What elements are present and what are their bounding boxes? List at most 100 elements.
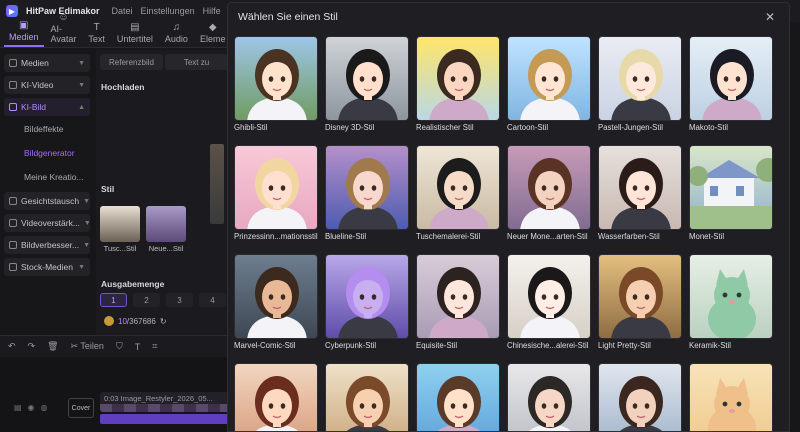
modal-title: Wählen Sie einen Stil (238, 11, 338, 23)
scissors-icon: ✂ (70, 341, 81, 351)
style-card-label: Keramik-Stil (689, 341, 732, 350)
style-card[interactable]: Cyberpunk-Stil (325, 254, 409, 350)
menu-einstellungen[interactable]: Einstellungen (141, 6, 195, 16)
quantity-option[interactable]: 1 (100, 293, 127, 307)
style-card[interactable]: Marvel-Comic-Stil (234, 254, 318, 350)
style-preview-image (326, 364, 408, 431)
track-controls[interactable]: ▤◉◍ (14, 403, 54, 412)
tab-audio[interactable]: ♫ Audio (160, 23, 193, 47)
crop-icon[interactable]: ⌗ (152, 341, 157, 352)
style-card-thumbnail (325, 363, 409, 431)
quantity-option[interactable]: 2 (133, 293, 160, 307)
style-card[interactable]: Light Pretty-Stil (598, 254, 682, 350)
tab-elemente[interactable]: ◆ Eleme (195, 23, 231, 47)
text-icon: T (93, 22, 100, 33)
style-card-thumbnail (325, 145, 409, 230)
style-preview-image (508, 255, 590, 338)
style-picker-modal: Wählen Sie einen Stil ✕ Ghibli-Stil Disn… (227, 2, 790, 432)
cover-button[interactable]: Cover (68, 398, 94, 418)
sidebar-item-label: Stock-Medien (21, 262, 73, 272)
style-card[interactable]: Realistischer Stil (416, 36, 500, 132)
menu-hilfe[interactable]: Hilfe (203, 6, 221, 16)
coin-icon (104, 316, 114, 326)
style-card[interactable]: Disney 3D-Stil (325, 36, 409, 132)
shield-icon[interactable]: ⛉ (116, 341, 123, 352)
style-card-label: Blueline-Stil (325, 232, 367, 241)
sidebar-item-bildeffekte[interactable]: Bildeffekte (4, 120, 90, 138)
style-preview-image (235, 37, 317, 120)
undo-icon[interactable]: ↶ (8, 341, 16, 352)
style-preview-image (417, 37, 499, 120)
quantity-option[interactable]: 3 (166, 293, 193, 307)
app-logo-icon: ▶ (6, 5, 18, 17)
style-card-label: Cartoon-Stil (507, 123, 549, 132)
style-card[interactable]: Wasserfarben-Stil (598, 145, 682, 241)
sidebar-item-label: Videoverstärk... (21, 218, 80, 228)
style-card[interactable] (689, 363, 773, 431)
tab-label: Audio (164, 34, 188, 44)
upload-preview[interactable] (210, 144, 224, 224)
split-button[interactable]: ✂ Teilen (71, 341, 104, 352)
sidebar-item-medien[interactable]: Medien ▼ (4, 54, 90, 72)
style-card[interactable]: Chinesische...alerei-Stil (507, 254, 591, 350)
style-card[interactable]: Neuer Mone...arten-Stil (507, 145, 591, 241)
sidebar-item-label: Bildverbesser... (21, 240, 80, 250)
style-thumb[interactable]: Neue...Stil (146, 206, 186, 253)
style-card[interactable] (416, 363, 500, 431)
sidebar-item-bildgenerator[interactable]: Bildgenerator (4, 144, 90, 162)
split-label: Teilen (80, 341, 104, 351)
chevron-down-icon: ▼ (83, 197, 91, 205)
mode-segment: Referenzbild Text zu (100, 54, 228, 70)
tab-untertitel[interactable]: ▤ Untertitel (112, 23, 158, 47)
style-card[interactable]: Prinzessinn...mationsstil (234, 145, 318, 241)
style-card[interactable]: Cartoon-Stil (507, 36, 591, 132)
style-card[interactable] (234, 363, 318, 431)
style-card[interactable] (325, 363, 409, 431)
sidebar-item-bildverbesserer[interactable]: Bildverbesser... ▼ (4, 236, 90, 254)
elements-icon: ◆ (208, 22, 217, 33)
style-card[interactable]: Tuschemalerei-Stil (416, 145, 500, 241)
style-card-thumbnail (416, 254, 500, 339)
style-card[interactable]: Monet-Stil (689, 145, 773, 241)
tab-medien[interactable]: ▣ Medien (4, 21, 44, 47)
style-card[interactable]: Pastell-Jungen-Stil (598, 36, 682, 132)
style-preview-image (235, 255, 317, 338)
style-card-thumbnail (234, 254, 318, 339)
style-card[interactable] (598, 363, 682, 431)
style-card[interactable]: Equisite-Stil (416, 254, 500, 350)
sidebar: Medien ▼ KI-Video ▼ KI-Bild ▲ Bildeffekte B… (0, 50, 94, 340)
delete-icon[interactable]: 🗑 (47, 341, 58, 352)
style-card[interactable]: Blueline-Stil (325, 145, 409, 241)
text-tool-icon[interactable]: T (135, 342, 141, 352)
style-card-label: Pastell-Jungen-Stil (598, 123, 664, 132)
tab-text[interactable]: T Text (83, 23, 110, 47)
style-card[interactable]: Ghibli-Stil (234, 36, 318, 132)
style-card[interactable]: Keramik-Stil (689, 254, 773, 350)
sidebar-item-gesichtstausch[interactable]: Gesichtstausch ▼ (4, 192, 90, 210)
sidebar-item-ki-video[interactable]: KI-Video ▼ (4, 76, 90, 94)
refresh-icon[interactable]: ↻ (160, 317, 167, 326)
segment-referenzbild[interactable]: Referenzbild (100, 54, 163, 70)
style-card[interactable] (507, 363, 591, 431)
sidebar-item-stock-medien[interactable]: Stock-Medien ▼ (4, 258, 90, 276)
sidebar-item-meine-kreationen[interactable]: Meine Kreatio... (4, 168, 90, 186)
style-preview-image (235, 146, 317, 229)
sidebar-item-label: KI-Video (21, 80, 54, 90)
style-thumb-image (100, 206, 140, 242)
sidebar-item-videoverstaerker[interactable]: Videoverstärk... ▼ (4, 214, 91, 232)
stock-icon (9, 263, 17, 271)
redo-icon[interactable]: ↷ (28, 341, 36, 352)
tab-ai-avatar[interactable]: ☺ AI-Avatar (46, 13, 82, 47)
close-icon[interactable]: ✕ (763, 10, 777, 24)
segment-text-zu-bild[interactable]: Text zu (165, 54, 228, 70)
style-card[interactable]: Makoto-Stil (689, 36, 773, 132)
sidebar-item-ki-bild[interactable]: KI-Bild ▲ (4, 98, 90, 116)
style-preview-image (690, 364, 772, 431)
style-card-thumbnail (325, 254, 409, 339)
style-card-thumbnail (598, 363, 682, 431)
style-thumb[interactable]: Tusc...Stil (100, 206, 140, 253)
style-card-label: Disney 3D-Stil (325, 123, 375, 132)
quantity-option[interactable]: 4 (199, 293, 226, 307)
menu-datei[interactable]: Datei (112, 6, 133, 16)
style-card-thumbnail (234, 363, 318, 431)
